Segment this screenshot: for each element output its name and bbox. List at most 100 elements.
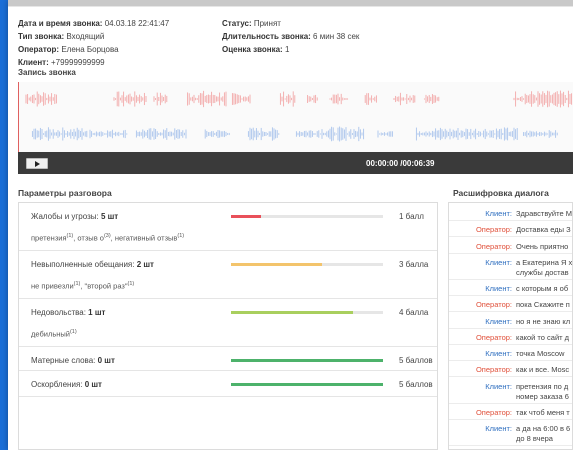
speaker-label: Оператор: [475, 300, 512, 310]
param-row: Жалобы и угрозы: 5 шт претензия (1) , отзыв… [19, 203, 437, 251]
call-details-window: Дата и время звонка: 04.03.18 22:41:47 Т… [8, 0, 573, 450]
call-status: Статус: Принят [222, 19, 281, 28]
transcript-panel[interactable]: Клиент: Здравствуйте М Оператор: Доставка е… [448, 202, 573, 450]
utterance-text: а да на 6:00 в 6 [516, 424, 571, 433]
param-score: 4 балла [399, 308, 429, 317]
utterance-text-line2: до 8 вчера [516, 434, 553, 443]
params-panel: Жалобы и угрозы: 5 шт претензия (1) , отзыв… [18, 202, 438, 450]
call-info-right: Статус: Принят Длительность звонка: 6 ми… [222, 17, 359, 56]
param-count: 0 шт [97, 356, 115, 365]
param-score: 1 балл [399, 212, 424, 221]
transcript-line[interactable]: Оператор: какой то сайт д [449, 329, 572, 345]
utterance-text: Доставка еды З [516, 225, 571, 235]
param-label: Оскорбления: 0 шт [31, 380, 102, 389]
score-bar [231, 383, 383, 386]
keyword-count: (1) [177, 233, 185, 239]
param-label-text: Невыполненные обещания: [31, 260, 137, 269]
param-label-text: Недовольства: [31, 308, 89, 317]
utterance-text: Очень приятно [516, 241, 569, 251]
speaker-label: Клиент: [485, 349, 512, 359]
utterance-text: как и все. Mosc [516, 365, 570, 375]
transcript-line[interactable]: Клиент: точка Moscow [449, 345, 572, 362]
speaker-label: Оператор: [475, 241, 512, 251]
keyword-count: (3) [103, 233, 111, 239]
keyword[interactable]: , "второй раз" [80, 282, 127, 291]
score-bar [231, 311, 383, 314]
keyword[interactable]: не привезли [31, 282, 74, 291]
keyword[interactable]: дебильный [31, 330, 70, 339]
keyword-count: (1) [69, 329, 77, 335]
param-keywords: не привезли(1), "второй раз"(1) [31, 281, 134, 291]
score-bar-fill [231, 215, 262, 218]
param-score: 5 баллов [399, 380, 433, 389]
waveform[interactable] [18, 82, 573, 152]
score-bar-fill [231, 383, 383, 386]
transcript-title: Расшифровка диалога [453, 188, 549, 198]
param-label: Жалобы и угрозы: 5 шт [31, 212, 118, 221]
param-row: Оскорбления: 0 шт 5 баллов [19, 371, 437, 397]
transcript-line[interactable]: Оператор: пока Скажите п [449, 296, 572, 313]
transcript-line[interactable]: Оператор: как и все. Mosc [449, 361, 572, 378]
speaker-label: Оператор: [475, 225, 512, 235]
call-duration: Длительность звонка: 6 мин 38 сек [222, 32, 360, 41]
params-title: Параметры разговора [18, 188, 112, 198]
waveform-graphic [25, 90, 573, 142]
transcript-line[interactable]: Оператор: так чтоб меня т [449, 404, 572, 420]
speaker-label: Клиент: [485, 283, 512, 293]
keyword[interactable]: претензия [31, 234, 67, 243]
keyword[interactable]: , негативный отзыв [111, 234, 178, 243]
score-bar [231, 215, 383, 218]
param-score: 5 баллов [399, 356, 433, 365]
utterance-text: претензия по д [516, 381, 569, 391]
call-datetime: Дата и время звонка: 04.03.18 22:41:47 [18, 19, 170, 28]
audio-player: 00:00:00 /00:06:39 [18, 152, 573, 174]
call-info-left: Дата и время звонка: 04.03.18 22:41:47 Т… [18, 17, 169, 69]
speaker-label: Клиент: [485, 209, 512, 218]
speaker-label: Оператор: [475, 407, 512, 417]
call-rating: Оценка звонка: 1 [222, 45, 290, 54]
play-button[interactable] [26, 158, 48, 169]
speaker-label: Клиент: [485, 424, 512, 433]
param-count: 5 шт [100, 212, 119, 221]
utterance-text: точка Moscow [516, 349, 565, 359]
utterance-text: какой то сайт д [516, 332, 570, 342]
transcript-line[interactable]: Оператор: Очень приятно [449, 238, 572, 254]
play-icon [35, 161, 40, 167]
utterance-text: так чтоб меня т [516, 407, 570, 417]
param-label: Матерные слова: 0 шт [31, 356, 115, 365]
top-divider [8, 6, 573, 7]
speaker-label: Клиент: [485, 257, 512, 267]
playback-time: 00:00:00 /00:06:39 [366, 159, 435, 168]
transcript-line[interactable]: Клиент: претензия по д номер заказа 6 [449, 378, 572, 404]
call-type: Тип звонка: Входящий [18, 32, 105, 41]
transcript-line[interactable]: Оператор: Доставка еды З [449, 221, 572, 238]
call-operator: Оператор: Елена Борцова [18, 45, 119, 54]
utterance-text-line2: номер заказа 6 [516, 391, 569, 401]
score-bar-fill [231, 359, 383, 362]
transcript-line[interactable]: Клиент: а Екатерина Я х службы достав [449, 254, 572, 280]
param-count: 2 шт [136, 260, 154, 269]
param-count: 1 шт [88, 308, 106, 317]
transcript-line[interactable]: Клиент: Здравствуйте М [449, 205, 572, 221]
playhead-marker[interactable] [18, 82, 19, 152]
speaker-label: Клиент: [485, 316, 512, 326]
utterance-text: пока Скажите п [516, 300, 570, 310]
speaker-label: Оператор: [475, 332, 512, 342]
param-row: Невыполненные обещания: 2 шт не привезли (… [19, 251, 437, 299]
utterance-text-line2: службы достав [516, 267, 569, 277]
speaker-label: Оператор: [475, 365, 512, 375]
param-score: 3 балла [399, 260, 429, 269]
score-bar-fill [231, 311, 353, 314]
score-bar [231, 359, 383, 362]
param-row: Недовольства: 1 шт дебильный(1) 4 балла [19, 299, 437, 347]
param-keywords: претензия (1) , отзыв о(3), негативный отз… [31, 233, 184, 243]
transcript-line[interactable]: Клиент: а да на 6:00 в 6 до 8 вчера [449, 420, 572, 446]
recording-title: Запись звонка [18, 68, 76, 77]
transcript-line[interactable]: Клиент: с которым я об [449, 280, 572, 296]
param-row: Матерные слова: 0 шт 5 баллов [19, 347, 437, 371]
score-bar-fill [231, 263, 323, 266]
keyword[interactable]: , отзыв о [73, 234, 104, 243]
param-label: Невыполненные обещания: 2 шт [31, 260, 154, 269]
transcript-line[interactable]: Клиент: но я не знаю кл [449, 313, 572, 329]
utterance-text: с которым я об [516, 283, 569, 293]
